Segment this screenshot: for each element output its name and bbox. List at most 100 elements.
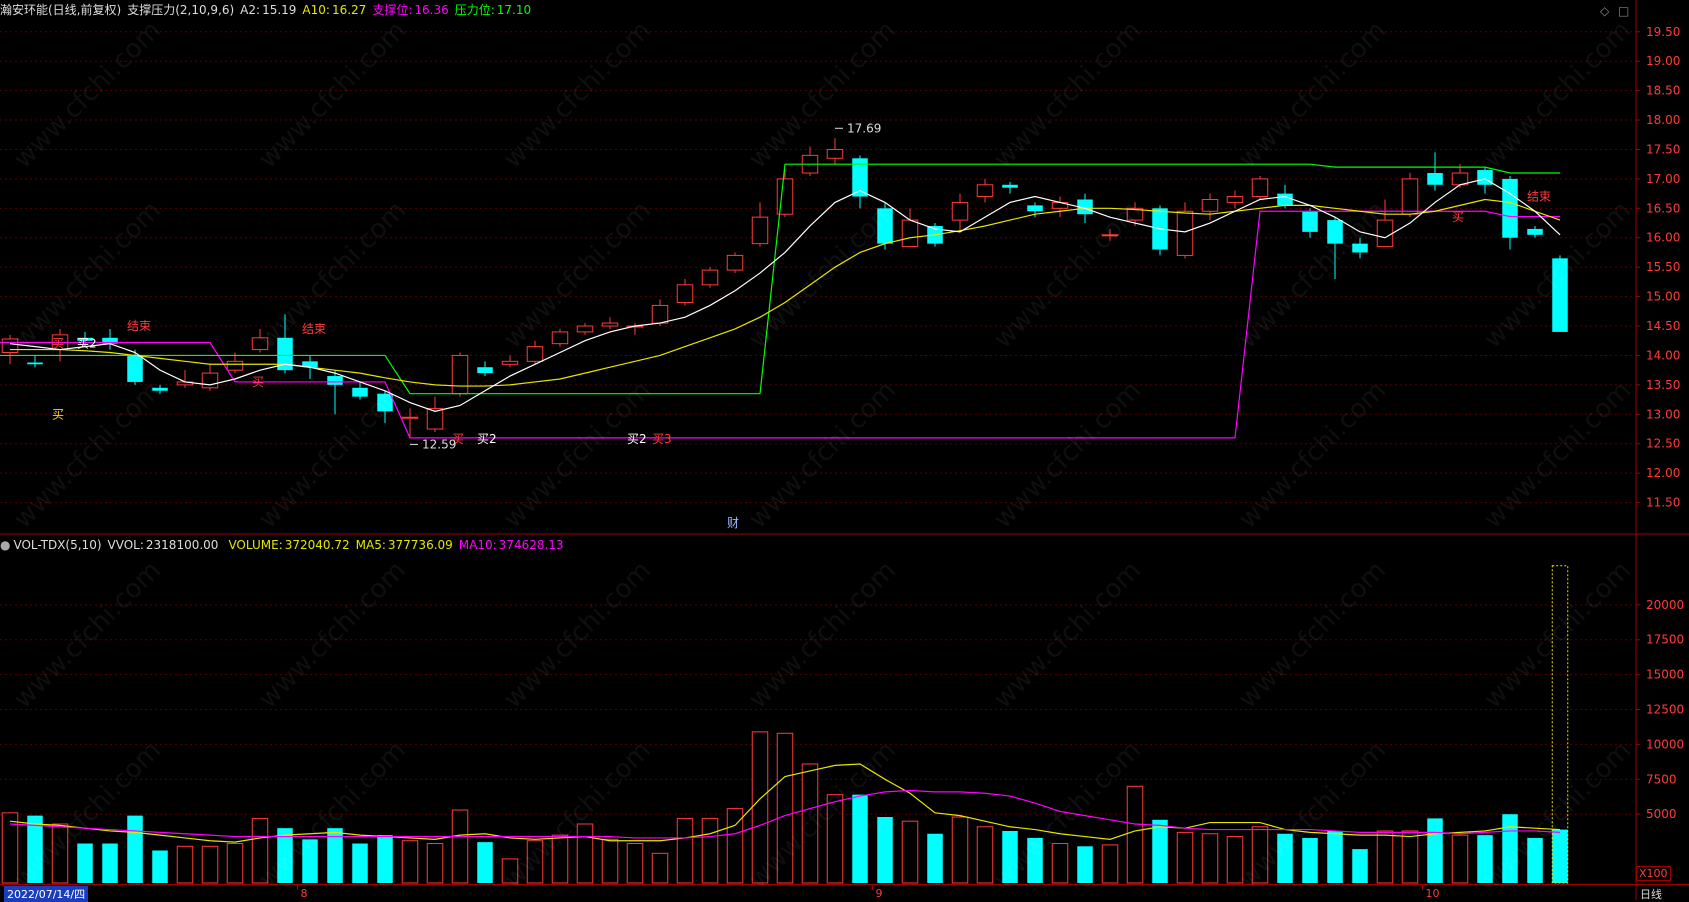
- price-tick-label: 18.00: [1646, 113, 1680, 127]
- ma10-label: MA10:: [458, 538, 497, 552]
- volume-bar: [951, 816, 969, 884]
- candle-body: [751, 216, 769, 245]
- volume-bar: [751, 731, 769, 884]
- volume-bar: [1101, 844, 1119, 884]
- volume-bar: [1077, 846, 1093, 883]
- volume-bar: [1277, 833, 1293, 883]
- stock-title[interactable]: 瀚安环能(日线,前复权): [0, 3, 121, 17]
- a2-value: 15.19: [262, 3, 297, 17]
- volume-bar: [701, 817, 719, 884]
- price-header: 瀚安环能(日线,前复权) 支撑压力(2,10,9,6) A2: 15.19 A10: 16…: [0, 1, 537, 19]
- candle-body: [1327, 220, 1343, 244]
- candle-body: [1427, 173, 1443, 185]
- volume-bar: [451, 809, 469, 884]
- volume-bar: [1527, 837, 1543, 883]
- indicator-name[interactable]: 支撑压力(2,10,9,6): [127, 3, 234, 17]
- chart-svg[interactable]: 19.50 19.00 18.50 18.00 17.50 17.00 16.50 16.00…: [0, 0, 1689, 900]
- volume-bar: [51, 823, 69, 884]
- volume-bar: [352, 843, 368, 883]
- volume-bar: [1002, 830, 1018, 883]
- candle-body: [651, 304, 669, 324]
- signal-label: 结束: [302, 322, 326, 336]
- signal-label: 结束: [1527, 190, 1551, 204]
- candle-body: [451, 354, 469, 395]
- pressure-label: 压力位:: [454, 3, 495, 17]
- signal-label: 买: [252, 375, 264, 389]
- volume-bar: [976, 826, 994, 884]
- signal-label: 买: [1452, 210, 1464, 224]
- ma5-label: MA5:: [355, 538, 386, 552]
- volume-bar: [1, 812, 19, 884]
- volume-bar: [601, 838, 619, 884]
- candle-body: [377, 393, 393, 412]
- signal-label: 买2: [477, 432, 497, 446]
- volume-bar: [1427, 818, 1443, 883]
- volume-tick-label: 7500: [1646, 772, 1677, 786]
- volume-tick-label: 15000: [1646, 668, 1684, 682]
- candle-body: [352, 387, 368, 397]
- candle-body: [1376, 219, 1394, 248]
- volume-tick-label: 17500: [1646, 633, 1684, 647]
- price-tick-label: 12.50: [1646, 437, 1680, 451]
- candle-body: [951, 201, 969, 221]
- candle-body: [877, 208, 893, 244]
- candle-body: [127, 355, 143, 382]
- price-tick-label: 17.50: [1646, 142, 1680, 156]
- maximize-icon[interactable]: □: [1618, 4, 1629, 18]
- collapse-icon[interactable]: ●: [0, 538, 10, 552]
- price-tick-label: 17.00: [1646, 172, 1680, 186]
- volume-bar: [426, 843, 444, 884]
- volume-tick-label: 12500: [1646, 703, 1684, 717]
- price-tick-label: 15.50: [1646, 260, 1680, 274]
- candle-body: [1302, 211, 1318, 232]
- volume-bar: [826, 794, 844, 884]
- vol-indicator-name[interactable]: VOL-TDX(5,10): [13, 538, 101, 552]
- candle-body: [1226, 196, 1244, 203]
- volume-bar: [401, 840, 419, 884]
- candle-body: [1002, 184, 1018, 188]
- volume-label: VOLUME:: [228, 538, 283, 552]
- volume-bar: [1552, 829, 1568, 883]
- volume-bar: [501, 858, 519, 884]
- volume-bar: [1352, 849, 1368, 883]
- volume-bar: [1201, 833, 1219, 884]
- volume-value: 372040.72: [284, 538, 350, 552]
- price-tick-label: 16.00: [1646, 231, 1680, 245]
- volume-bar: [576, 823, 594, 884]
- date-axis: 2022/07/14/四 日线: [0, 884, 1689, 902]
- candle-body: [27, 362, 43, 365]
- candle-body: [1527, 228, 1543, 235]
- signal-label: 结束: [127, 319, 151, 333]
- price-tick-label: 19.00: [1646, 54, 1680, 68]
- candle-body: [701, 269, 719, 286]
- signal-label: 买2: [627, 432, 647, 446]
- volume-bar: [1327, 830, 1343, 883]
- volume-bar: [901, 820, 919, 884]
- diamond-icon[interactable]: ◇: [1600, 4, 1609, 18]
- a10-value: 16.27: [331, 3, 367, 17]
- candle-body: [551, 331, 569, 345]
- price-tick-label: 18.50: [1646, 84, 1680, 98]
- volume-bar: [201, 845, 219, 884]
- candle-body: [1552, 258, 1568, 332]
- volume-bar: [1176, 831, 1194, 884]
- extreme-label: 17.69: [847, 121, 881, 135]
- volume-bar: [1152, 819, 1168, 883]
- volume-tick-label: 5000: [1646, 807, 1677, 821]
- pressure-value: 17.10: [496, 3, 532, 17]
- volume-bar: [526, 840, 544, 884]
- candle-body: [1176, 210, 1194, 256]
- signal-label: 买: [52, 407, 64, 421]
- candle-body: [576, 325, 594, 333]
- volume-bar: [776, 732, 794, 884]
- volume-bar: [852, 794, 868, 883]
- price-tick-label: 19.50: [1646, 25, 1680, 39]
- volume-header: ● VOL-TDX(5,10) VVOL: 2318100.00 VOLUME: 3720…: [0, 536, 570, 554]
- signal-label: 买: [52, 337, 64, 351]
- candle-body: [601, 322, 619, 327]
- price-tick-label: 14.50: [1646, 319, 1680, 333]
- volume-bar: [1302, 837, 1318, 883]
- candle-body: [251, 337, 269, 351]
- volume-bar: [801, 763, 819, 884]
- volume-bar: [152, 850, 168, 883]
